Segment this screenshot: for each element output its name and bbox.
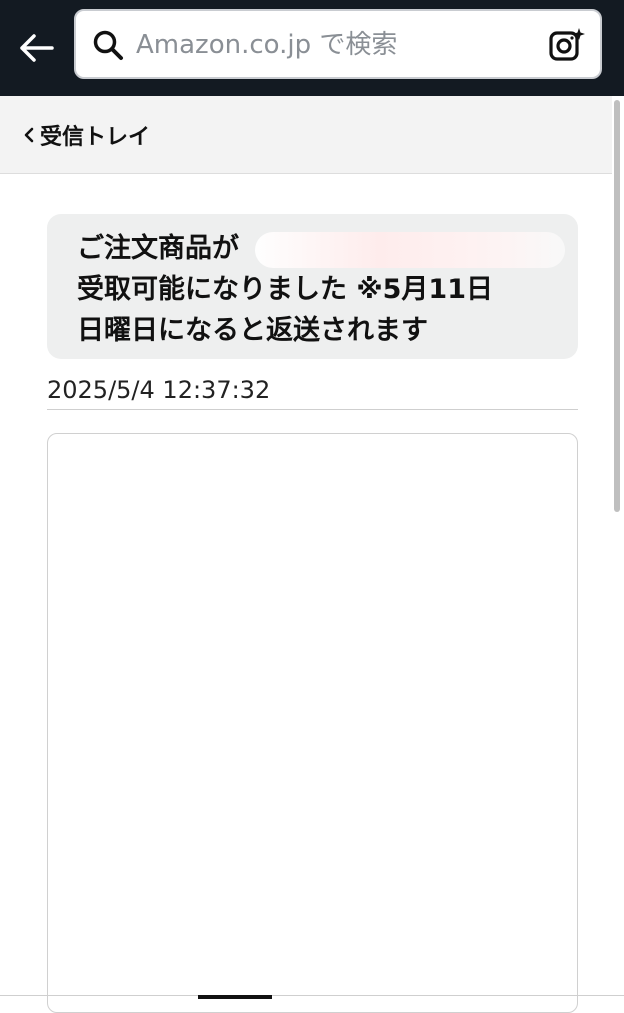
message-bubble: ご注文商品が 受取可能になりました ※5月11日 日曜日になると返送されます bbox=[47, 214, 578, 359]
message-content-box bbox=[47, 433, 578, 1013]
inbox-back-link[interactable]: 受信トレイ bbox=[22, 118, 150, 152]
inbox-back-label: 受信トレイ bbox=[40, 125, 151, 150]
redaction-overlay bbox=[255, 232, 565, 268]
top-bar bbox=[0, 0, 624, 96]
camera-sparkle-icon[interactable] bbox=[548, 27, 586, 63]
divider bbox=[47, 409, 578, 410]
bottom-divider bbox=[0, 995, 624, 996]
chevron-left-icon bbox=[24, 127, 34, 143]
arrow-left-icon bbox=[20, 34, 54, 62]
search-icon bbox=[93, 30, 123, 60]
message-timestamp: 2025/5/4 12:37:32 bbox=[47, 376, 271, 404]
search-input[interactable] bbox=[136, 21, 536, 69]
home-indicator bbox=[198, 995, 272, 999]
inbox-header: 受信トレイ bbox=[0, 96, 612, 174]
scrollbar[interactable] bbox=[614, 100, 620, 512]
search-box[interactable] bbox=[74, 9, 602, 79]
back-button[interactable] bbox=[14, 26, 58, 70]
